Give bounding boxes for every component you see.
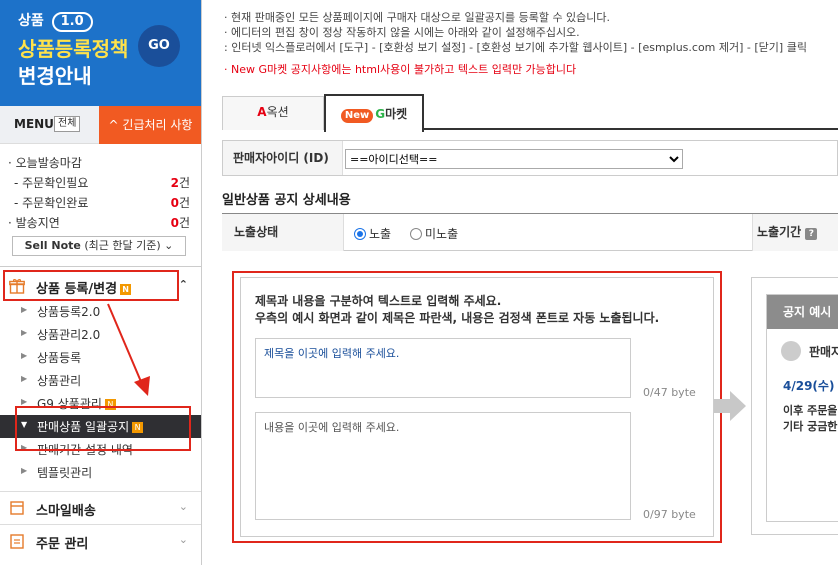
caret-right-icon: ▶ [21,328,28,337]
editor-hint: 제목과 내용을 구분하여 텍스트로 입력해 주세요. 우측의 예시 화면과 같이… [255,294,660,325]
notice-title-input[interactable]: 제목을 이곳에 입력해 주세요. [255,338,631,398]
seller-id-select[interactable]: ==아이디선택== [345,149,683,169]
preview-title: 4/29(수) . [783,379,838,393]
notice-preview: 공지 예시 판매자 4/29(수) . 이후 주문을 기타 궁금한 [751,277,838,535]
arrow-right-icon [714,391,746,421]
tab-auction[interactable]: A옥션 [222,96,324,130]
stat-label: · 오늘발송마감 [8,156,82,170]
preview-card: 공지 예시 판매자 4/29(수) . 이후 주문을 기타 궁금한 [766,294,838,522]
category-label: 주문 관리 [36,537,89,552]
stat-label: - 주문확인완료 [14,196,89,210]
exposure-row: 노출상태 노출 미노출 노출기간 ? [222,213,838,251]
notice-text: · 현재 판매중인 모든 상품페이지에 구매자 대상으로 일괄공지를 등록할 수… [224,10,807,77]
notice-line: · 에디터의 편집 창이 정상 작동하지 않을 시에는 아래와 같이 설정해주십… [224,26,580,39]
caret-right-icon: ▶ [21,397,28,406]
body-byte-count: 0/97 byte [643,508,696,521]
title-byte-count: 0/47 byte [643,386,696,399]
exposure-label: 노출상태 [222,214,344,251]
highlight-box [3,270,179,301]
caret-right-icon: ▶ [21,374,28,383]
box-icon [10,501,24,515]
notice-body-input[interactable]: 내용을 이곳에 입력해 주세요. [255,412,631,520]
stat-row[interactable]: - 주문확인완료 0건 [0,192,201,212]
urgent-tab[interactable]: ^ 긴급처리 사항 [99,106,201,144]
sidebar-item-label: 상품등록2.0 [37,305,101,319]
sell-note-dropdown[interactable]: Sell Note (최근 한달 기준) ⌄ [12,236,186,256]
tab-gmarket[interactable]: New G마켓 [324,94,424,132]
caret-right-icon: ▶ [21,305,28,314]
stat-row: · 오늘발송마감 [0,152,201,172]
menu-all-button[interactable]: 전체 [54,116,81,132]
stat-label: · 발송지연 [8,216,60,230]
version-badge: 1.0 [51,12,93,32]
seller-id-row: 판매자아이디 (ID) ==아이디선택== [222,140,838,176]
new-badge: New [340,109,374,123]
sidebar-item-label: 상품관리2.0 [37,328,101,342]
chevron-down-icon: ⌄ [178,500,188,513]
radio-selected-icon [354,228,366,240]
menu-label: MENU [14,117,54,131]
caret-right-icon: ▶ [21,466,28,475]
stat-row[interactable]: - 주문확인필요 2건 [0,172,201,192]
seller-id-label: 판매자아이디 (ID) [223,141,343,175]
stat-value[interactable]: 0건 [171,194,190,211]
stat-label: - 주문확인필요 [14,176,89,190]
market-tabs: A옥션 New G마켓 [222,94,838,132]
preview-header: 공지 예시 [767,295,838,329]
megaphone-icon [781,341,801,361]
sidebar: 상품 1.0 상품등록정책 변경안내 GO MENU 전체 ^ 긴급처리 사항 … [0,0,202,565]
sidebar-item-label: 템플릿관리 [37,466,93,480]
clipboard-icon [10,534,24,549]
caret-right-icon: ▶ [21,351,28,360]
divider [0,266,201,267]
sidebar-item-label: 상품등록 [37,351,82,365]
notice-editor-highlight: 제목과 내용을 구분하여 텍스트로 입력해 주세요. 우측의 예시 화면과 같이… [232,271,722,543]
banner-small-label: 상품 1.0 [18,10,93,32]
go-button[interactable]: GO [138,25,180,67]
category-order-management[interactable]: 주문 관리 ⌄ [0,524,201,556]
stat-value[interactable]: 0건 [171,214,190,231]
help-icon[interactable]: ? [805,228,818,240]
policy-banner[interactable]: 상품 1.0 상품등록정책 변경안내 GO [0,0,201,106]
category-smile-delivery[interactable]: 스마일배송 ⌄ [0,491,201,523]
highlight-box [15,406,191,451]
banner-title-1: 상품등록정책 [18,37,129,61]
notice-line: · 현재 판매중인 모든 상품페이지에 구매자 대상으로 일괄공지를 등록할 수… [224,11,611,24]
main-content: · 현재 판매중인 모든 상품페이지에 구매자 대상으로 일괄공지를 등록할 수… [202,0,838,565]
notice-warning: · New G마켓 공지사항에는 html사용이 불가하고 텍스트 입력만 가능… [224,63,577,76]
exposure-off-radio[interactable]: 미노출 [410,225,458,242]
preview-seller: 판매자 [809,345,838,359]
annotation-arrow-icon [107,303,150,396]
stat-value[interactable]: 2건 [171,174,190,191]
stat-row[interactable]: · 발송지연 0건 [0,212,201,232]
category-label: 스마일배송 [36,504,96,519]
menu-bar: MENU 전체 ^ 긴급처리 사항 [0,106,201,144]
chevron-up-icon: ⌃ [178,278,188,291]
sidebar-item-template-mgmt[interactable]: ▶ 템플릿관리 [0,461,201,484]
section-title: 일반상품 공지 상세내용 [222,193,351,208]
notice-line: : 인터넷 익스플로러에서 [도구] - [호환성 보기 설정] - [호환성 … [224,41,807,54]
order-stats: · 오늘발송마감 - 주문확인필요 2건 - 주문확인완료 0건 · 발송지연 0건 [0,152,201,232]
notice-editor: 제목과 내용을 구분하여 텍스트로 입력해 주세요. 우측의 예시 화면과 같이… [240,277,714,537]
banner-title-2: 변경안내 [18,64,92,88]
chevron-down-icon: ⌄ [178,533,188,546]
exposure-period-label: 노출기간 ? [752,214,838,251]
radio-empty-icon [410,228,422,240]
exposure-on-radio[interactable]: 노출 [354,225,391,242]
preview-body: 이후 주문을 기타 궁금한 [783,404,838,433]
sidebar-item-label: 상품관리 [37,374,82,388]
